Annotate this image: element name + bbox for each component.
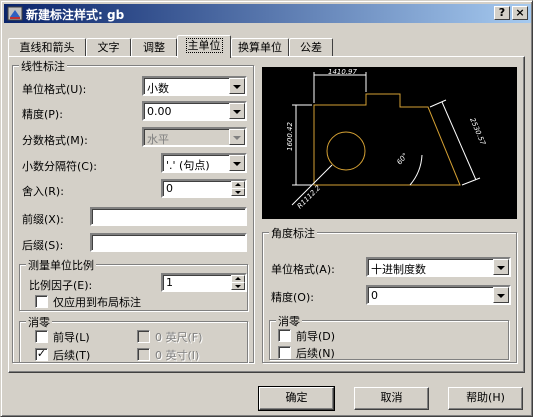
prefix-input[interactable] <box>90 207 247 226</box>
dim-top-text: 1410.97 <box>328 68 357 76</box>
unit-format-label: 单位格式(U): <box>22 83 87 96</box>
angular-zero-title: 消零 <box>276 313 302 329</box>
angular-unit-format-label: 单位格式(A): <box>271 263 335 276</box>
angular-leading-zero-checkbox[interactable] <box>278 329 291 342</box>
angular-precision-select[interactable]: 0 <box>366 285 511 305</box>
angular-dimensions-group: 角度标注 单位格式(A): 十进制度数 精度(O): 0 消零 前导(D) 后续… <box>262 225 517 363</box>
tab-fit[interactable]: 调整 <box>131 38 177 57</box>
suffix-input[interactable] <box>90 233 247 252</box>
dimension-preview: 1410.97 1600.42 2530.57 60° R1112.2 <box>262 67 517 219</box>
zero-inches-label: 0 英寸(I) <box>155 349 200 362</box>
angular-leading-zero-label[interactable]: 前导(D) <box>296 328 335 344</box>
tab-text[interactable]: 文字 <box>86 38 131 57</box>
fraction-format-select: 水平 <box>142 127 247 147</box>
trailing-zero-label[interactable]: 后续(T) <box>53 347 90 363</box>
angular-zero-suppression-group: 消零 前导(D) 后续(N) <box>269 313 509 361</box>
leading-zero-checkbox[interactable] <box>35 330 48 343</box>
zero-inches-checkbox <box>137 348 150 361</box>
trailing-zero-checkbox[interactable]: ✓ <box>35 348 48 361</box>
chevron-down-icon[interactable] <box>493 287 509 303</box>
suffix-label: 后缀(S): <box>22 239 64 252</box>
round-off-input[interactable]: 0 <box>161 179 247 198</box>
angular-trailing-zero-label[interactable]: 后续(N) <box>296 345 335 361</box>
dimension-style-dialog: 新建标注样式: gb ? × 直线和箭头 文字 调整 主单位 换算单位 公差 线… <box>0 0 533 417</box>
window-title: 新建标注样式: gb <box>26 8 125 22</box>
unit-format-select[interactable]: 小数 <box>142 76 247 96</box>
leading-zero-label[interactable]: 前导(L) <box>53 329 90 345</box>
linear-zero-suppression-group: 消零 前导(L) ✓ 后续(T) 0 英尺(F) 0 英寸(I) <box>19 314 248 363</box>
layout-only-checkbox[interactable] <box>35 295 48 308</box>
title-bar[interactable]: 新建标注样式: gb ? × <box>4 4 531 23</box>
angular-precision-label: 精度(O): <box>271 291 314 304</box>
scale-factor-label: 比例因子(E): <box>29 279 93 292</box>
prefix-label: 前缀(X): <box>22 213 64 226</box>
chevron-down-icon[interactable] <box>493 259 509 275</box>
close-button[interactable]: × <box>512 6 528 20</box>
chevron-down-icon[interactable] <box>229 155 245 171</box>
tab-primary-units[interactable]: 主单位 <box>177 35 231 58</box>
primary-units-panel: 线性标注 单位格式(U): 小数 精度(P): 0.00 分数格式(M): 水平… <box>8 56 525 373</box>
tab-alternate-units[interactable]: 换算单位 <box>231 38 289 57</box>
spin-down-icon[interactable] <box>231 282 245 290</box>
precision-label: 精度(P): <box>22 108 63 121</box>
zero-feet-checkbox <box>137 330 150 343</box>
angular-unit-format-select[interactable]: 十进制度数 <box>366 257 511 277</box>
fraction-format-label: 分数格式(M): <box>22 134 88 147</box>
measurement-scale-group: 测量单位比例 比例因子(E): 1 仅应用到布局标注 <box>19 257 248 311</box>
tab-tolerances[interactable]: 公差 <box>289 38 333 57</box>
ok-button[interactable]: 确定 <box>258 386 335 411</box>
app-icon <box>7 6 23 21</box>
decimal-separator-label: 小数分隔符(C): <box>22 160 97 173</box>
spin-down-icon[interactable] <box>231 188 245 196</box>
scale-factor-input[interactable]: 1 <box>161 273 247 292</box>
cancel-button[interactable]: 取消 <box>354 387 429 410</box>
scale-group-title: 测量单位比例 <box>26 257 96 273</box>
angular-group-title: 角度标注 <box>269 225 317 241</box>
chevron-down-icon[interactable] <box>229 78 245 94</box>
dim-right-text: 2530.57 <box>468 117 487 147</box>
linear-group-title: 线性标注 <box>19 58 67 74</box>
linear-dimensions-group: 线性标注 单位格式(U): 小数 精度(P): 0.00 分数格式(M): 水平… <box>12 58 254 363</box>
zero-feet-label: 0 英尺(F) <box>155 331 203 344</box>
round-off-label: 舍入(R): <box>22 185 64 198</box>
chevron-down-icon <box>229 129 245 145</box>
dim-angle-text: 60° <box>395 152 409 167</box>
angular-trailing-zero-checkbox[interactable] <box>278 346 291 359</box>
preview-dimension-text: 1410.97 1600.42 2530.57 60° R1112.2 <box>286 68 487 210</box>
layout-only-label[interactable]: 仅应用到布局标注 <box>53 294 141 310</box>
linear-zero-title: 消零 <box>26 314 52 330</box>
help-title-button[interactable]: ? <box>494 6 510 20</box>
preview-geometry <box>313 93 461 186</box>
decimal-separator-select[interactable]: '.' (句点) <box>161 153 247 173</box>
round-off-spinner[interactable] <box>231 181 245 196</box>
dim-left-text: 1600.42 <box>286 122 294 151</box>
precision-select[interactable]: 0.00 <box>142 101 247 121</box>
scale-factor-spinner[interactable] <box>231 275 245 290</box>
help-button[interactable]: 帮助(H) <box>448 387 523 410</box>
tab-lines-arrows[interactable]: 直线和箭头 <box>8 38 86 57</box>
chevron-down-icon[interactable] <box>229 103 245 119</box>
